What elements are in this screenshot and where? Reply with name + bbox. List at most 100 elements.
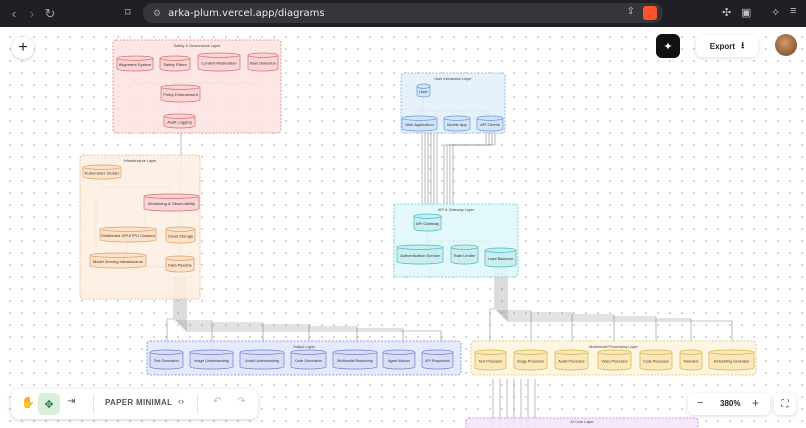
node-embedding-generator[interactable]: Embedding Generator <box>708 349 755 371</box>
node-label: Authentication Service <box>400 253 441 258</box>
node-code-processor[interactable]: Code Processor <box>639 349 673 371</box>
address-bar[interactable]: ⚙ arka-plum.vercel.app/diagrams ⇪ <box>143 3 663 23</box>
node-label: Load Balancer <box>488 256 514 261</box>
node-label: Distributed GPU/TPU Clusters <box>101 233 155 238</box>
node-tokenizer[interactable]: Tokenizer <box>679 349 703 371</box>
node-video-processor[interactable]: Video Processor <box>597 349 632 371</box>
node-label: Tokenizer <box>683 360 699 364</box>
zoom-in-button[interactable]: + <box>752 396 759 410</box>
forward-icon[interactable]: › <box>23 6 41 21</box>
safety_layer-layer-title: Safety & Governance Layer <box>174 44 221 48</box>
site-info-icon[interactable]: ⚙ <box>153 8 161 19</box>
wallet-icon[interactable]: ▣ <box>741 6 751 19</box>
node-label: Audit Logging <box>167 120 191 125</box>
toolbar-divider-2 <box>197 394 198 414</box>
brave-shield-icon[interactable] <box>643 6 657 20</box>
node-label: Bias Detection <box>250 61 276 66</box>
node-bias-detection[interactable]: Bias Detection <box>247 52 279 72</box>
connector <box>181 276 358 349</box>
core-layer-title: AI Core Layer <box>570 420 594 424</box>
infra_layer-layer-title: Infrastructure Layer <box>124 159 158 163</box>
export-button[interactable]: Export ⭳ <box>696 35 758 57</box>
node-code-generation[interactable]: Code Generation <box>290 349 327 370</box>
node-load-balancer[interactable]: Load Balancer <box>484 247 517 268</box>
undo-icon[interactable]: ↶ <box>213 396 221 407</box>
node-api-responses[interactable]: API Responses <box>421 349 454 370</box>
node-user[interactable]: User <box>416 83 431 98</box>
select-tool-icon[interactable]: ⇥ <box>67 396 75 407</box>
code-view-icon[interactable]: ‹› <box>178 396 184 406</box>
add-button[interactable]: + <box>12 37 34 59</box>
node-content-moderation[interactable]: Content Moderation <box>197 52 241 72</box>
fit-screen-icon[interactable]: ⛶ <box>774 393 796 415</box>
node-text-processor[interactable]: Text Processor <box>474 349 507 371</box>
reload-icon[interactable]: ↻ <box>41 6 59 22</box>
node-multimodal-reasoning[interactable]: Multimodal Reasoning <box>332 349 378 370</box>
node-data-pipeline[interactable]: Data Pipeline <box>165 255 195 273</box>
node-safety-filters[interactable]: Safety Filters <box>159 55 191 72</box>
connector <box>496 267 532 350</box>
back-icon[interactable]: ‹ <box>5 6 23 21</box>
leo-ai-icon[interactable]: ✧ <box>771 6 780 19</box>
avatar[interactable] <box>775 34 797 56</box>
gateway_layer-layer-title: API & Gateway Layer <box>438 208 475 212</box>
connector <box>498 267 573 350</box>
node-label: Audio Understanding <box>245 359 279 363</box>
node-label: Rate Limiter <box>454 253 476 258</box>
node-policy-enforcement[interactable]: Policy Enforcement <box>160 84 201 103</box>
browser-toolbar: ‹ › ↻ ⌑ ⚙ arka-plum.vercel.app/diagrams … <box>0 0 806 27</box>
node-web-application[interactable]: Web Application <box>401 115 438 132</box>
output_layer-layer-title: Output Layer <box>293 345 316 349</box>
connector <box>506 267 733 350</box>
node-api-clients[interactable]: API Clients <box>476 115 504 132</box>
node-audio-processor[interactable]: Audio Processor <box>554 349 589 371</box>
zoom-out-button[interactable]: − <box>697 397 703 409</box>
ai-assistant-icon[interactable]: ✦ <box>656 34 680 58</box>
connector <box>489 267 496 350</box>
node-rate-limiter[interactable]: Rate Limiter <box>450 244 479 265</box>
node-label: Multimodal Reasoning <box>337 359 373 363</box>
connector <box>504 267 692 350</box>
node-model-serving-infrastructure[interactable]: Model Serving Infrastructure <box>89 252 147 269</box>
move-tool-icon[interactable]: ✥ <box>38 393 60 415</box>
theme-label[interactable]: PAPER MINIMAL <box>105 398 172 407</box>
node-label: Policy Enforcement <box>163 92 198 97</box>
node-audio-understanding[interactable]: Audio Understanding <box>239 349 285 370</box>
node-label: User <box>419 89 428 94</box>
bookmark-icon[interactable]: ⌑ <box>125 6 131 19</box>
node-kubernetes-cluster[interactable]: Kubernetes Cluster <box>82 164 122 180</box>
hand-tool-icon[interactable]: ✋ <box>21 396 35 409</box>
node-label: Video Processor <box>601 360 628 364</box>
node-alignment-system[interactable]: Alignment System <box>116 55 154 72</box>
node-mobile-app[interactable]: Mobile App <box>443 115 471 132</box>
node-image-understanding[interactable]: Image Understanding <box>189 349 234 370</box>
node-cloud-storage[interactable]: Cloud Storage <box>165 226 196 244</box>
node-image-processor[interactable]: Image Processor <box>513 349 548 371</box>
menu-icon[interactable]: ≡ <box>790 5 796 17</box>
toolbar-divider <box>93 394 94 414</box>
node-audit-logging[interactable]: Audit Logging <box>163 113 196 129</box>
node-label: Code Generation <box>295 359 322 363</box>
zoom-level: 380% <box>720 399 741 408</box>
node-api-gateway[interactable]: API Gateway <box>413 213 442 232</box>
node-label: Mobile App <box>447 122 468 127</box>
download-icon: ⭳ <box>741 40 745 50</box>
node-authentication-service[interactable]: Authentication Service <box>396 244 444 265</box>
redo-icon[interactable]: ↷ <box>237 396 245 407</box>
node-label: Cloud Storage <box>168 234 194 239</box>
node-monitoring-observability[interactable]: Monitoring & Observability <box>143 193 200 212</box>
node-label: Audio Processor <box>558 360 585 364</box>
node-label: API Responses <box>425 359 450 363</box>
node-text-generation[interactable]: Text Generation <box>149 349 184 370</box>
diagram-svg: Safety & Governance Layer User Interactio… <box>79 39 757 428</box>
node-agent-actions[interactable]: Agent Actions <box>382 349 416 370</box>
node-label: API Gateway <box>416 221 439 226</box>
diagram-canvas[interactable]: Safety & Governance Layer User Interactio… <box>0 27 806 428</box>
node-label: Text Generation <box>154 359 179 363</box>
node-distributed-gpu-tpu-clusters[interactable]: Distributed GPU/TPU Clusters <box>99 226 157 243</box>
node-label: Code Processor <box>643 360 670 364</box>
extensions-icon[interactable]: ✣ <box>722 6 731 19</box>
node-label: Agent Actions <box>388 359 410 363</box>
share-icon[interactable]: ⇪ <box>627 6 635 17</box>
zoom-control: − 380% + <box>688 393 770 415</box>
